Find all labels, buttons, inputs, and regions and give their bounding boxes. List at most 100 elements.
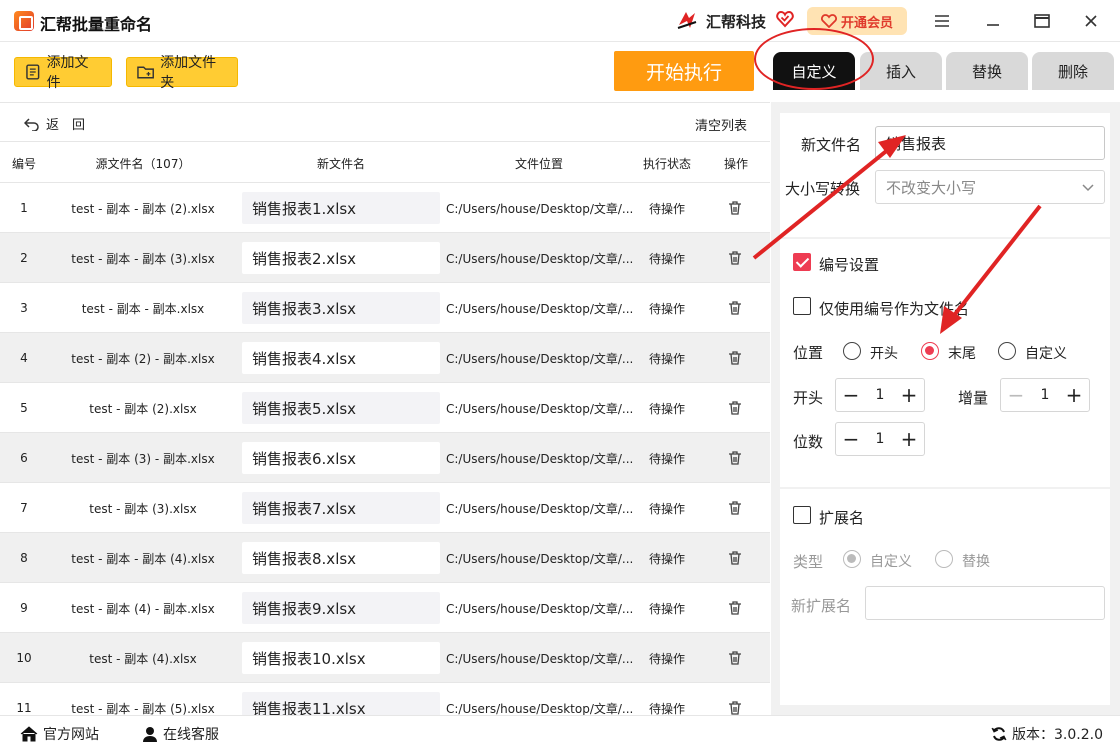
trash-icon[interactable]	[727, 400, 743, 416]
trash-icon[interactable]	[727, 650, 743, 666]
row-newname[interactable]: 销售报表9.xlsx	[242, 592, 440, 624]
maximize-icon[interactable]	[1031, 10, 1053, 32]
increment-label: 增量	[958, 389, 989, 407]
table-row[interactable]: 1 test - 副本 - 副本 (2).xlsx 销售报表1.xlsx C:/…	[0, 183, 770, 233]
close-icon[interactable]	[1080, 10, 1102, 32]
row-source: test - 副本 - 副本.xlsx	[81, 301, 205, 316]
version-label: 版本：3.0.2.0	[1012, 727, 1103, 743]
row-status: 待操作	[648, 601, 685, 616]
add-file-button[interactable]: 添加文件	[14, 55, 112, 91]
online-service-link[interactable]: 在线客服	[142, 724, 219, 744]
case-select-value: 不改变大小写	[886, 178, 977, 197]
trash-icon[interactable]	[727, 550, 743, 566]
tab-delete[interactable]: 删除	[1032, 52, 1114, 90]
new-ext-input[interactable]	[865, 586, 1105, 620]
extension-checkbox[interactable]	[793, 506, 811, 524]
numbering-card: 编号设置 仅使用编号作为文件名 位置 开头 末尾 自定义 开头 − 1 + 增量…	[780, 239, 1110, 487]
row-newname[interactable]: 销售报表2.xlsx	[242, 242, 440, 274]
tab-insert[interactable]: 插入	[860, 52, 942, 90]
trash-icon[interactable]	[727, 500, 743, 516]
row-newname[interactable]: 销售报表11.xlsx	[242, 692, 440, 715]
extension-card: 扩展名 类型 自定义 替换 新扩展名	[780, 489, 1110, 705]
minus-icon[interactable]: −	[836, 423, 866, 455]
row-location: C:/Users/house/Desktop/文章/...	[446, 601, 634, 616]
row-index: 9	[20, 601, 28, 615]
newname-input[interactable]: 销售报表	[875, 126, 1105, 160]
vip-label: 开通会员	[840, 15, 893, 31]
plus-icon[interactable]: +	[894, 379, 924, 411]
heart-icon[interactable]	[776, 10, 794, 28]
numbering-checkbox[interactable]	[793, 253, 811, 271]
type-replace-radio[interactable]	[935, 550, 953, 568]
table-row[interactable]: 10 test - 副本 (4).xlsx 销售报表10.xlsx C:/Use…	[0, 633, 770, 683]
brand-logo-icon	[677, 12, 697, 29]
type-custom-radio[interactable]	[843, 550, 861, 568]
type-custom-label: 自定义	[870, 554, 912, 570]
table-row[interactable]: 8 test - 副本 - 副本 (4).xlsx 销售报表8.xlsx C:/…	[0, 533, 770, 583]
plus-icon[interactable]: +	[894, 423, 924, 455]
start-label: 开头	[793, 389, 824, 407]
digits-stepper[interactable]: − 1 +	[835, 422, 925, 456]
table-row[interactable]: 11 test - 副本 - 副本 (5).xlsx 销售报表11.xlsx C…	[0, 683, 770, 715]
row-newname[interactable]: 销售报表10.xlsx	[242, 642, 440, 674]
case-select[interactable]: 不改变大小写	[875, 170, 1105, 204]
table-row[interactable]: 6 test - 副本 (3) - 副本.xlsx 销售报表6.xlsx C:/…	[0, 433, 770, 483]
row-source: test - 副本 (3).xlsx	[89, 501, 197, 516]
official-website-label: 官方网站	[43, 727, 99, 743]
settings-panel: 新文件名 销售报表 大小写转换 不改变大小写 编号设置 仅使用编号作为文件名 位…	[771, 102, 1120, 715]
menu-icon[interactable]	[931, 10, 953, 32]
position-start-radio[interactable]	[843, 342, 861, 360]
row-index: 6	[20, 451, 28, 465]
row-index: 3	[20, 301, 28, 315]
vip-button[interactable]: 开通会员	[807, 7, 907, 35]
table-row[interactable]: 9 test - 副本 (4) - 副本.xlsx 销售报表9.xlsx C:/…	[0, 583, 770, 633]
refresh-icon	[991, 727, 1007, 741]
table-row[interactable]: 4 test - 副本 (2) - 副本.xlsx 销售报表4.xlsx C:/…	[0, 333, 770, 383]
table-row[interactable]: 3 test - 副本 - 副本.xlsx 销售报表3.xlsx C:/User…	[0, 283, 770, 333]
add-folder-button[interactable]: 添加文件夹	[126, 55, 238, 91]
row-newname[interactable]: 销售报表4.xlsx	[242, 342, 440, 374]
table-row[interactable]: 2 test - 副本 - 副本 (3).xlsx 销售报表2.xlsx C:/…	[0, 233, 770, 283]
row-status: 待操作	[648, 201, 685, 216]
row-index: 10	[16, 651, 32, 665]
start-stepper[interactable]: − 1 +	[835, 378, 925, 412]
minus-icon[interactable]: −	[1001, 379, 1031, 411]
row-newname[interactable]: 销售报表3.xlsx	[242, 292, 440, 324]
header-newname: 新文件名	[316, 157, 365, 171]
execute-button[interactable]: 开始执行	[614, 51, 754, 91]
clear-list-button[interactable]: 清空列表	[695, 115, 747, 134]
trash-icon[interactable]	[727, 300, 743, 316]
increment-value: 1	[1040, 387, 1050, 403]
trash-icon[interactable]	[727, 450, 743, 466]
row-index: 7	[20, 501, 28, 515]
position-custom-radio[interactable]	[998, 342, 1016, 360]
plus-icon[interactable]: +	[1059, 379, 1089, 411]
row-status: 待操作	[648, 251, 685, 266]
trash-icon[interactable]	[727, 350, 743, 366]
tab-custom[interactable]: 自定义	[773, 52, 855, 90]
tab-replace[interactable]: 替换	[946, 52, 1028, 90]
row-newname[interactable]: 销售报表6.xlsx	[242, 442, 440, 474]
back-button[interactable]: 返 回	[24, 114, 85, 133]
newname-label: 新文件名	[801, 136, 862, 154]
row-newname[interactable]: 销售报表7.xlsx	[242, 492, 440, 524]
official-website-link[interactable]: 官方网站	[20, 724, 99, 744]
position-end-radio[interactable]	[921, 342, 939, 360]
row-newname[interactable]: 销售报表5.xlsx	[242, 392, 440, 424]
header-action: 操作	[723, 157, 748, 171]
user-icon	[143, 727, 157, 742]
trash-icon[interactable]	[727, 600, 743, 616]
trash-icon[interactable]	[727, 700, 743, 715]
row-location: C:/Users/house/Desktop/文章/...	[446, 201, 634, 216]
minus-icon[interactable]: −	[836, 379, 866, 411]
minimize-icon[interactable]	[982, 10, 1004, 32]
trash-icon[interactable]	[727, 250, 743, 266]
increment-stepper[interactable]: − 1 +	[1000, 378, 1090, 412]
table-row[interactable]: 7 test - 副本 (3).xlsx 销售报表7.xlsx C:/Users…	[0, 483, 770, 533]
row-newname[interactable]: 销售报表1.xlsx	[242, 192, 440, 224]
row-newname[interactable]: 销售报表8.xlsx	[242, 542, 440, 574]
only-number-checkbox[interactable]	[793, 297, 811, 315]
row-index: 5	[20, 401, 28, 415]
trash-icon[interactable]	[727, 200, 743, 216]
table-row[interactable]: 5 test - 副本 (2).xlsx 销售报表5.xlsx C:/Users…	[0, 383, 770, 433]
